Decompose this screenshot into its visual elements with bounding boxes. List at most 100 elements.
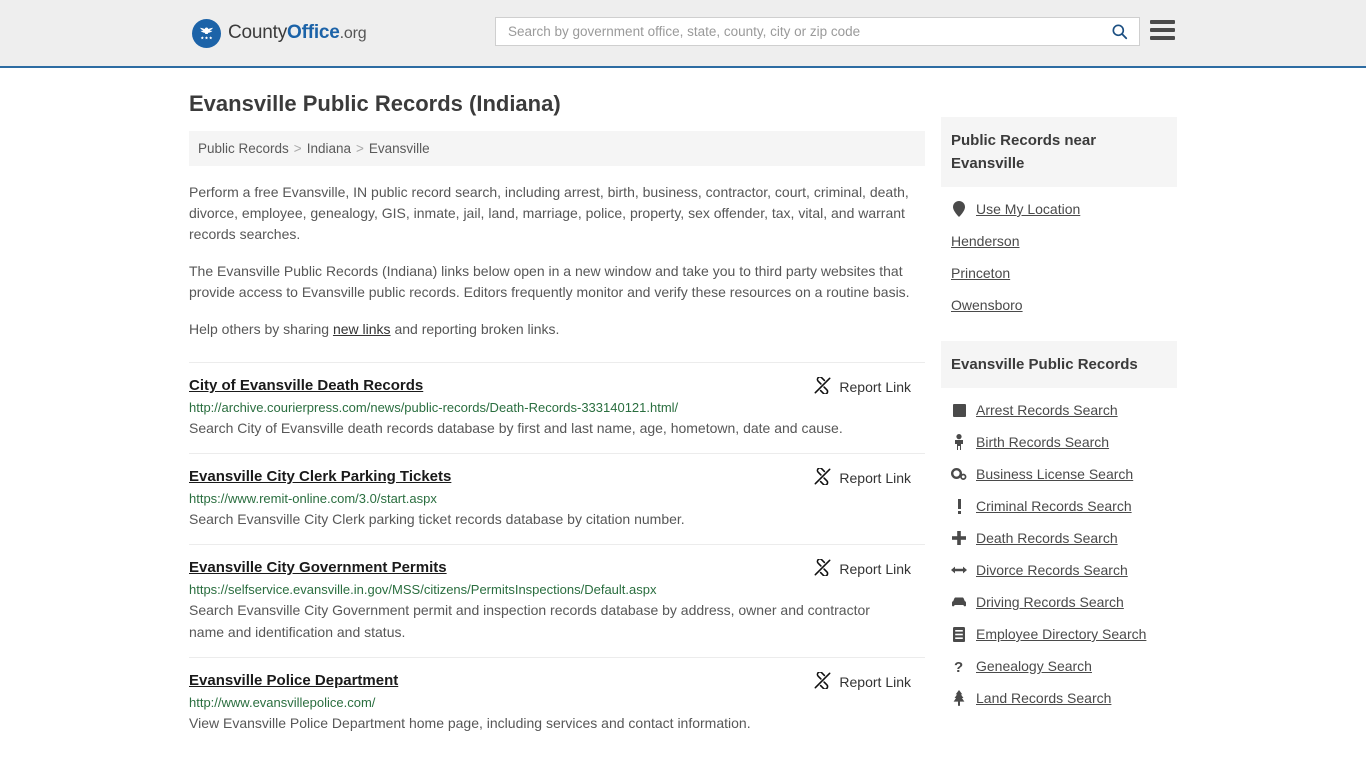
- broken-link-icon: [814, 671, 831, 692]
- records-list: Arrest Records Search Birth Records Searc…: [941, 388, 1177, 714]
- record-search-label[interactable]: Divorce Records Search: [976, 562, 1128, 578]
- plus-icon: [951, 531, 967, 545]
- record-search-label[interactable]: Death Records Search: [976, 530, 1118, 546]
- brand-mid: Office: [287, 22, 340, 43]
- record-search-label[interactable]: Arrest Records Search: [976, 402, 1118, 418]
- record-search-item[interactable]: Land Records Search: [941, 682, 1177, 714]
- report-link-label: Report Link: [839, 470, 911, 486]
- record-search-label[interactable]: Genealogy Search: [976, 658, 1092, 674]
- nearby-list: Use My Location Henderson Princeton Owensbo…: [941, 187, 1177, 321]
- nearby-item-label[interactable]: Henderson: [951, 233, 1020, 249]
- record-search-item[interactable]: Birth Records Search: [941, 426, 1177, 458]
- countyoffice-eagle-logo-icon: [192, 18, 221, 48]
- result-url: https://selfservice.evansville.in.gov/MS…: [189, 582, 657, 597]
- search-button[interactable]: [1108, 22, 1131, 41]
- broken-link-icon: [814, 467, 831, 488]
- child-icon: [951, 434, 967, 450]
- nearby-item-label[interactable]: Use My Location: [976, 201, 1080, 217]
- page-body: Evansville Public Records (Indiana) Publ…: [0, 91, 1366, 748]
- new-links-link[interactable]: new links: [333, 321, 391, 337]
- result-description: Search Evansville City Clerk parking tic…: [189, 511, 685, 527]
- report-link-button[interactable]: Report Link: [814, 671, 911, 692]
- nearby-item[interactable]: Princeton: [941, 257, 1177, 289]
- list-alt-icon: [951, 626, 967, 642]
- result-url: http://www.evansvillepolice.com/: [189, 695, 376, 710]
- result-url: http://archive.courierpress.com/news/pub…: [189, 400, 679, 415]
- widget-evansville-public-records: Evansville Public Records Arrest Records…: [941, 341, 1177, 714]
- record-search-item[interactable]: ? Genealogy Search: [941, 650, 1177, 682]
- report-link-label: Report Link: [839, 674, 911, 690]
- share-text-after: and reporting broken links.: [390, 321, 560, 337]
- record-search-label[interactable]: Criminal Records Search: [976, 498, 1132, 514]
- brand-prefix: County: [228, 22, 288, 43]
- intro-paragraph-3: Help others by sharing new links and rep…: [189, 319, 925, 340]
- result-url: https://www.remit-online.com/3.0/start.a…: [189, 491, 437, 506]
- brand-suffix: .org: [339, 25, 367, 42]
- nearby-item[interactable]: Use My Location: [941, 193, 1177, 225]
- record-search-item[interactable]: Business License Search: [941, 458, 1177, 490]
- report-link-label: Report Link: [839, 379, 911, 395]
- widget-heading: Public Records near Evansville: [941, 117, 1177, 187]
- map-pin-icon: [951, 201, 967, 217]
- record-search-item[interactable]: Criminal Records Search: [941, 490, 1177, 522]
- square-icon: [951, 403, 967, 417]
- result-title-link[interactable]: Evansville Police Department: [189, 672, 398, 689]
- search-bar[interactable]: [495, 17, 1140, 46]
- hamburger-bar: [1150, 36, 1175, 40]
- broken-link-icon: [814, 376, 831, 397]
- result-title-link[interactable]: City of Evansville Death Records: [189, 377, 423, 394]
- widget-heading: Evansville Public Records: [941, 341, 1177, 388]
- widget-public-records-near: Public Records near Evansville Use My Lo…: [941, 117, 1177, 321]
- record-search-item[interactable]: Death Records Search: [941, 522, 1177, 554]
- report-link-button[interactable]: Report Link: [814, 558, 911, 579]
- intro-section: Perform a free Evansville, IN public rec…: [189, 182, 925, 340]
- search-input[interactable]: [506, 23, 1108, 40]
- record-search-item[interactable]: Arrest Records Search: [941, 394, 1177, 426]
- sidebar: Public Records near Evansville Use My Lo…: [941, 117, 1177, 714]
- breadcrumb-item-indiana[interactable]: Indiana: [307, 141, 351, 156]
- record-search-label[interactable]: Birth Records Search: [976, 434, 1109, 450]
- intro-paragraph-1: Perform a free Evansville, IN public rec…: [189, 184, 909, 242]
- record-search-label[interactable]: Driving Records Search: [976, 594, 1124, 610]
- result-item: City of Evansville Death Records http://a…: [189, 362, 925, 453]
- hamburger-menu-icon[interactable]: [1150, 20, 1175, 40]
- intro-paragraph-2: The Evansville Public Records (Indiana) …: [189, 263, 910, 300]
- two-column-layout: Public Records > Indiana > Evansville Perfor…: [189, 117, 1177, 748]
- result-description: Search Evansville City Government permit…: [189, 602, 870, 640]
- nearby-item[interactable]: Henderson: [941, 225, 1177, 257]
- share-text-before: Help others by sharing: [189, 321, 333, 337]
- nearby-item-label[interactable]: Owensboro: [951, 297, 1023, 313]
- question-mark-icon: ?: [951, 659, 967, 674]
- svg-text:?: ?: [954, 659, 963, 674]
- content-container: Evansville Public Records (Indiana) Publ…: [189, 91, 1177, 748]
- results-list: City of Evansville Death Records http://a…: [189, 362, 925, 748]
- page-title: Evansville Public Records (Indiana): [189, 91, 561, 116]
- breadcrumb-separator: >: [355, 141, 364, 156]
- result-item: Evansville City Clerk Parking Tickets htt…: [189, 453, 925, 544]
- site-logo-link[interactable]: CountyOffice.org: [192, 18, 367, 48]
- result-title-link[interactable]: Evansville City Government Permits: [189, 559, 447, 576]
- record-search-label[interactable]: Business License Search: [976, 466, 1133, 482]
- report-link-button[interactable]: Report Link: [814, 467, 911, 488]
- breadcrumb-item-evansville[interactable]: Evansville: [369, 141, 430, 156]
- tree-icon: [951, 690, 967, 706]
- result-item: Evansville City Government Permits https:…: [189, 544, 925, 657]
- breadcrumb: Public Records > Indiana > Evansville: [189, 131, 925, 166]
- arrows-horizontal-icon: [951, 564, 967, 576]
- result-item: Evansville Police Department http://www.e…: [189, 657, 925, 748]
- site-logo-text: CountyOffice.org: [228, 22, 367, 44]
- broken-link-icon: [814, 558, 831, 579]
- breadcrumb-item-public-records[interactable]: Public Records: [198, 141, 289, 156]
- nearby-item-label[interactable]: Princeton: [951, 265, 1010, 281]
- record-search-label[interactable]: Employee Directory Search: [976, 626, 1146, 642]
- result-title-link[interactable]: Evansville City Clerk Parking Tickets: [189, 468, 451, 485]
- record-search-label[interactable]: Land Records Search: [976, 690, 1111, 706]
- hamburger-bar: [1150, 28, 1175, 32]
- nearby-item[interactable]: Owensboro: [941, 289, 1177, 321]
- record-search-item[interactable]: Divorce Records Search: [941, 554, 1177, 586]
- car-icon: [951, 597, 967, 608]
- gears-icon: [951, 467, 967, 481]
- report-link-button[interactable]: Report Link: [814, 376, 911, 397]
- record-search-item[interactable]: Employee Directory Search: [941, 618, 1177, 650]
- record-search-item[interactable]: Driving Records Search: [941, 586, 1177, 618]
